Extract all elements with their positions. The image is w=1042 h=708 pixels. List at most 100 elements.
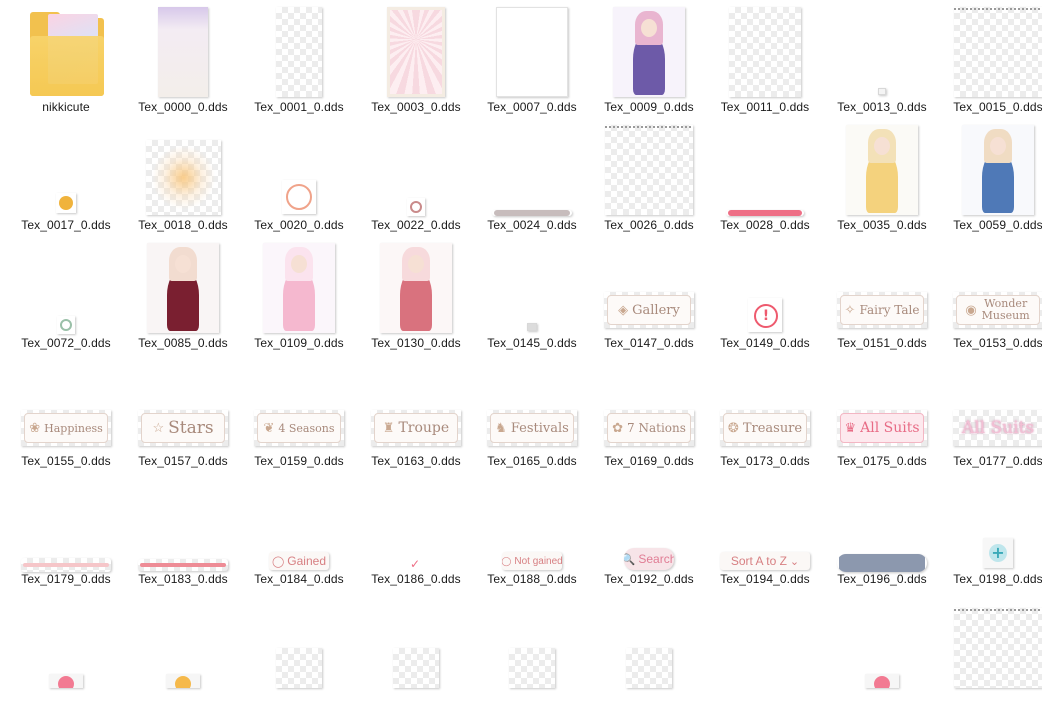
file-name-label: Tex_0186_0.dds <box>371 572 461 586</box>
file-item[interactable]: Tex_0109_0.dds <box>241 236 357 354</box>
thumbnail-area <box>241 590 357 688</box>
thumbnail <box>954 608 1042 688</box>
thumbnail-area: ☆ Stars <box>125 354 241 452</box>
button-art-icon: ✿ <box>612 420 624 436</box>
thumbnail-area <box>8 0 124 98</box>
thumbnail <box>626 648 672 688</box>
thumbnail-area <box>8 118 124 216</box>
file-item[interactable]: Tex_0007_0.dds <box>474 0 590 118</box>
file-item[interactable]: Sort A to Z ⌄ Tex_0194_0.dds <box>707 472 823 590</box>
file-item[interactable] <box>591 590 707 708</box>
button-art-icon: ♜ <box>382 420 395 436</box>
file-item[interactable]: Tex_0179_0.dds <box>8 472 124 590</box>
file-item[interactable]: ✿ 7 Nations Tex_0169_0.dds <box>591 354 707 472</box>
folder-item[interactable]: nikkicute <box>8 0 124 118</box>
thumbnail-area <box>8 236 124 334</box>
partial-icon <box>865 674 899 688</box>
button-graphic: ❦ 4 Seasons <box>257 413 341 443</box>
file-item[interactable]: Tex_0183_0.dds <box>125 472 241 590</box>
file-item[interactable]: ❀ Happiness Tex_0155_0.dds <box>8 354 124 472</box>
file-item[interactable]: Tex_0009_0.dds <box>591 0 707 118</box>
file-name-label: Tex_0085_0.dds <box>138 336 228 350</box>
file-item[interactable]: Tex_0013_0.dds <box>824 0 940 118</box>
button-graphic: ✧ Fairy Tale <box>840 295 924 325</box>
file-item[interactable]: Tex_0017_0.dds <box>8 118 124 236</box>
file-item[interactable]: Tex_0000_0.dds <box>125 0 241 118</box>
file-item[interactable]: ◯ Not gained Tex_0188_0.dds <box>474 472 590 590</box>
file-name-label: Tex_0026_0.dds <box>604 218 694 232</box>
tiny-text-strip <box>954 609 1042 611</box>
button-art-icon: ◈ <box>618 302 629 318</box>
bar-fill <box>728 210 802 216</box>
tiny-text-strip <box>954 8 1042 10</box>
file-name-label: Tex_0163_0.dds <box>371 454 461 468</box>
file-name-label: Tex_0165_0.dds <box>487 454 577 468</box>
file-item[interactable]: ◈ Gallery Tex_0147_0.dds <box>591 236 707 354</box>
file-item[interactable]: + Tex_0198_0.dds <box>940 472 1042 590</box>
thumbnail-area <box>8 590 124 688</box>
character-image <box>962 125 1034 215</box>
file-item[interactable]: Tex_0022_0.dds <box>358 118 474 236</box>
file-item[interactable] <box>241 590 357 708</box>
file-item[interactable]: Tex_0196_0.dds <box>824 472 940 590</box>
file-item[interactable]: Tex_0020_0.dds <box>241 118 357 236</box>
thumbnail-area: ♛ All Suits <box>824 354 940 452</box>
thumbnail-area <box>474 118 590 216</box>
button-graphic: All Suits <box>956 413 1040 443</box>
file-item[interactable]: Tex_0145_0.dds <box>474 236 590 354</box>
thumbnail-area <box>940 118 1042 216</box>
button-graphic: ♞ Festivals <box>490 413 574 443</box>
file-item[interactable] <box>358 590 474 708</box>
file-item[interactable]: Tex_0024_0.dds <box>474 118 590 236</box>
file-item[interactable]: Tex_0035_0.dds <box>824 118 940 236</box>
thumbnail: ◯ Not gained <box>502 552 562 570</box>
file-item[interactable] <box>707 590 823 708</box>
file-item[interactable] <box>824 590 940 708</box>
file-item[interactable] <box>8 590 124 708</box>
file-item[interactable] <box>474 590 590 708</box>
thumbnail-text: Happiness <box>44 421 103 435</box>
thumbnail-area <box>241 118 357 216</box>
file-item[interactable]: Tex_0001_0.dds <box>241 0 357 118</box>
file-item[interactable]: Tex_0015_0.dds <box>940 0 1042 118</box>
partial-icon <box>166 674 200 688</box>
thumbnail-area <box>707 118 823 216</box>
file-item[interactable]: ❦ 4 Seasons Tex_0159_0.dds <box>241 354 357 472</box>
thumbnail-area <box>125 472 241 571</box>
folder-icon <box>30 12 104 96</box>
thumbnail-area: ✿ 7 Nations <box>591 354 707 452</box>
file-item[interactable]: ♜ Troupe Tex_0163_0.dds <box>358 354 474 472</box>
button-graphic: ✿ 7 Nations <box>607 413 691 443</box>
file-item[interactable]: Tex_0072_0.dds <box>8 236 124 354</box>
file-item[interactable]: Tex_0085_0.dds <box>125 236 241 354</box>
thumbnail-area: ◯ Gained <box>241 472 357 570</box>
thumbnail-text: 7 Nations <box>627 421 686 435</box>
file-item[interactable]: Tex_0028_0.dds <box>707 118 823 236</box>
file-item[interactable]: ◯ Gained Tex_0184_0.dds <box>241 472 357 590</box>
file-item[interactable]: Tex_0026_0.dds <box>591 118 707 236</box>
file-item[interactable] <box>125 590 241 708</box>
file-item[interactable]: ♛ All Suits Tex_0175_0.dds <box>824 354 940 472</box>
file-item[interactable]: ✓ Tex_0186_0.dds <box>358 472 474 590</box>
file-item[interactable]: Tex_0130_0.dds <box>358 236 474 354</box>
file-item[interactable]: ☆ Stars Tex_0157_0.dds <box>125 354 241 472</box>
file-item[interactable]: ! Tex_0149_0.dds <box>707 236 823 354</box>
file-item[interactable]: All Suits Tex_0177_0.dds <box>940 354 1042 472</box>
file-item[interactable]: ❂ Treasure Tex_0173_0.dds <box>707 354 823 472</box>
character-image <box>263 243 335 333</box>
file-item[interactable]: Tex_0059_0.dds <box>940 118 1042 236</box>
file-item[interactable]: Tex_0003_0.dds <box>358 0 474 118</box>
file-name-label: Tex_0035_0.dds <box>837 218 927 232</box>
thumbnail-area <box>241 236 357 334</box>
thumbnail-area: ! <box>707 236 823 334</box>
button-graphic: ◈ Gallery <box>607 295 691 325</box>
file-item[interactable]: ◉ Wonder Museum Tex_0153_0.dds <box>940 236 1042 354</box>
file-item[interactable]: ✧ Fairy Tale Tex_0151_0.dds <box>824 236 940 354</box>
thumbnail-area: ♜ Troupe <box>358 354 474 452</box>
file-name-label: Tex_0184_0.dds <box>254 572 344 586</box>
file-item[interactable]: Tex_0018_0.dds <box>125 118 241 236</box>
file-item[interactable]: Tex_0011_0.dds <box>707 0 823 118</box>
file-item[interactable] <box>940 590 1042 708</box>
file-item[interactable]: 🔍 Search Tex_0192_0.dds <box>591 472 707 590</box>
file-item[interactable]: ♞ Festivals Tex_0165_0.dds <box>474 354 590 472</box>
